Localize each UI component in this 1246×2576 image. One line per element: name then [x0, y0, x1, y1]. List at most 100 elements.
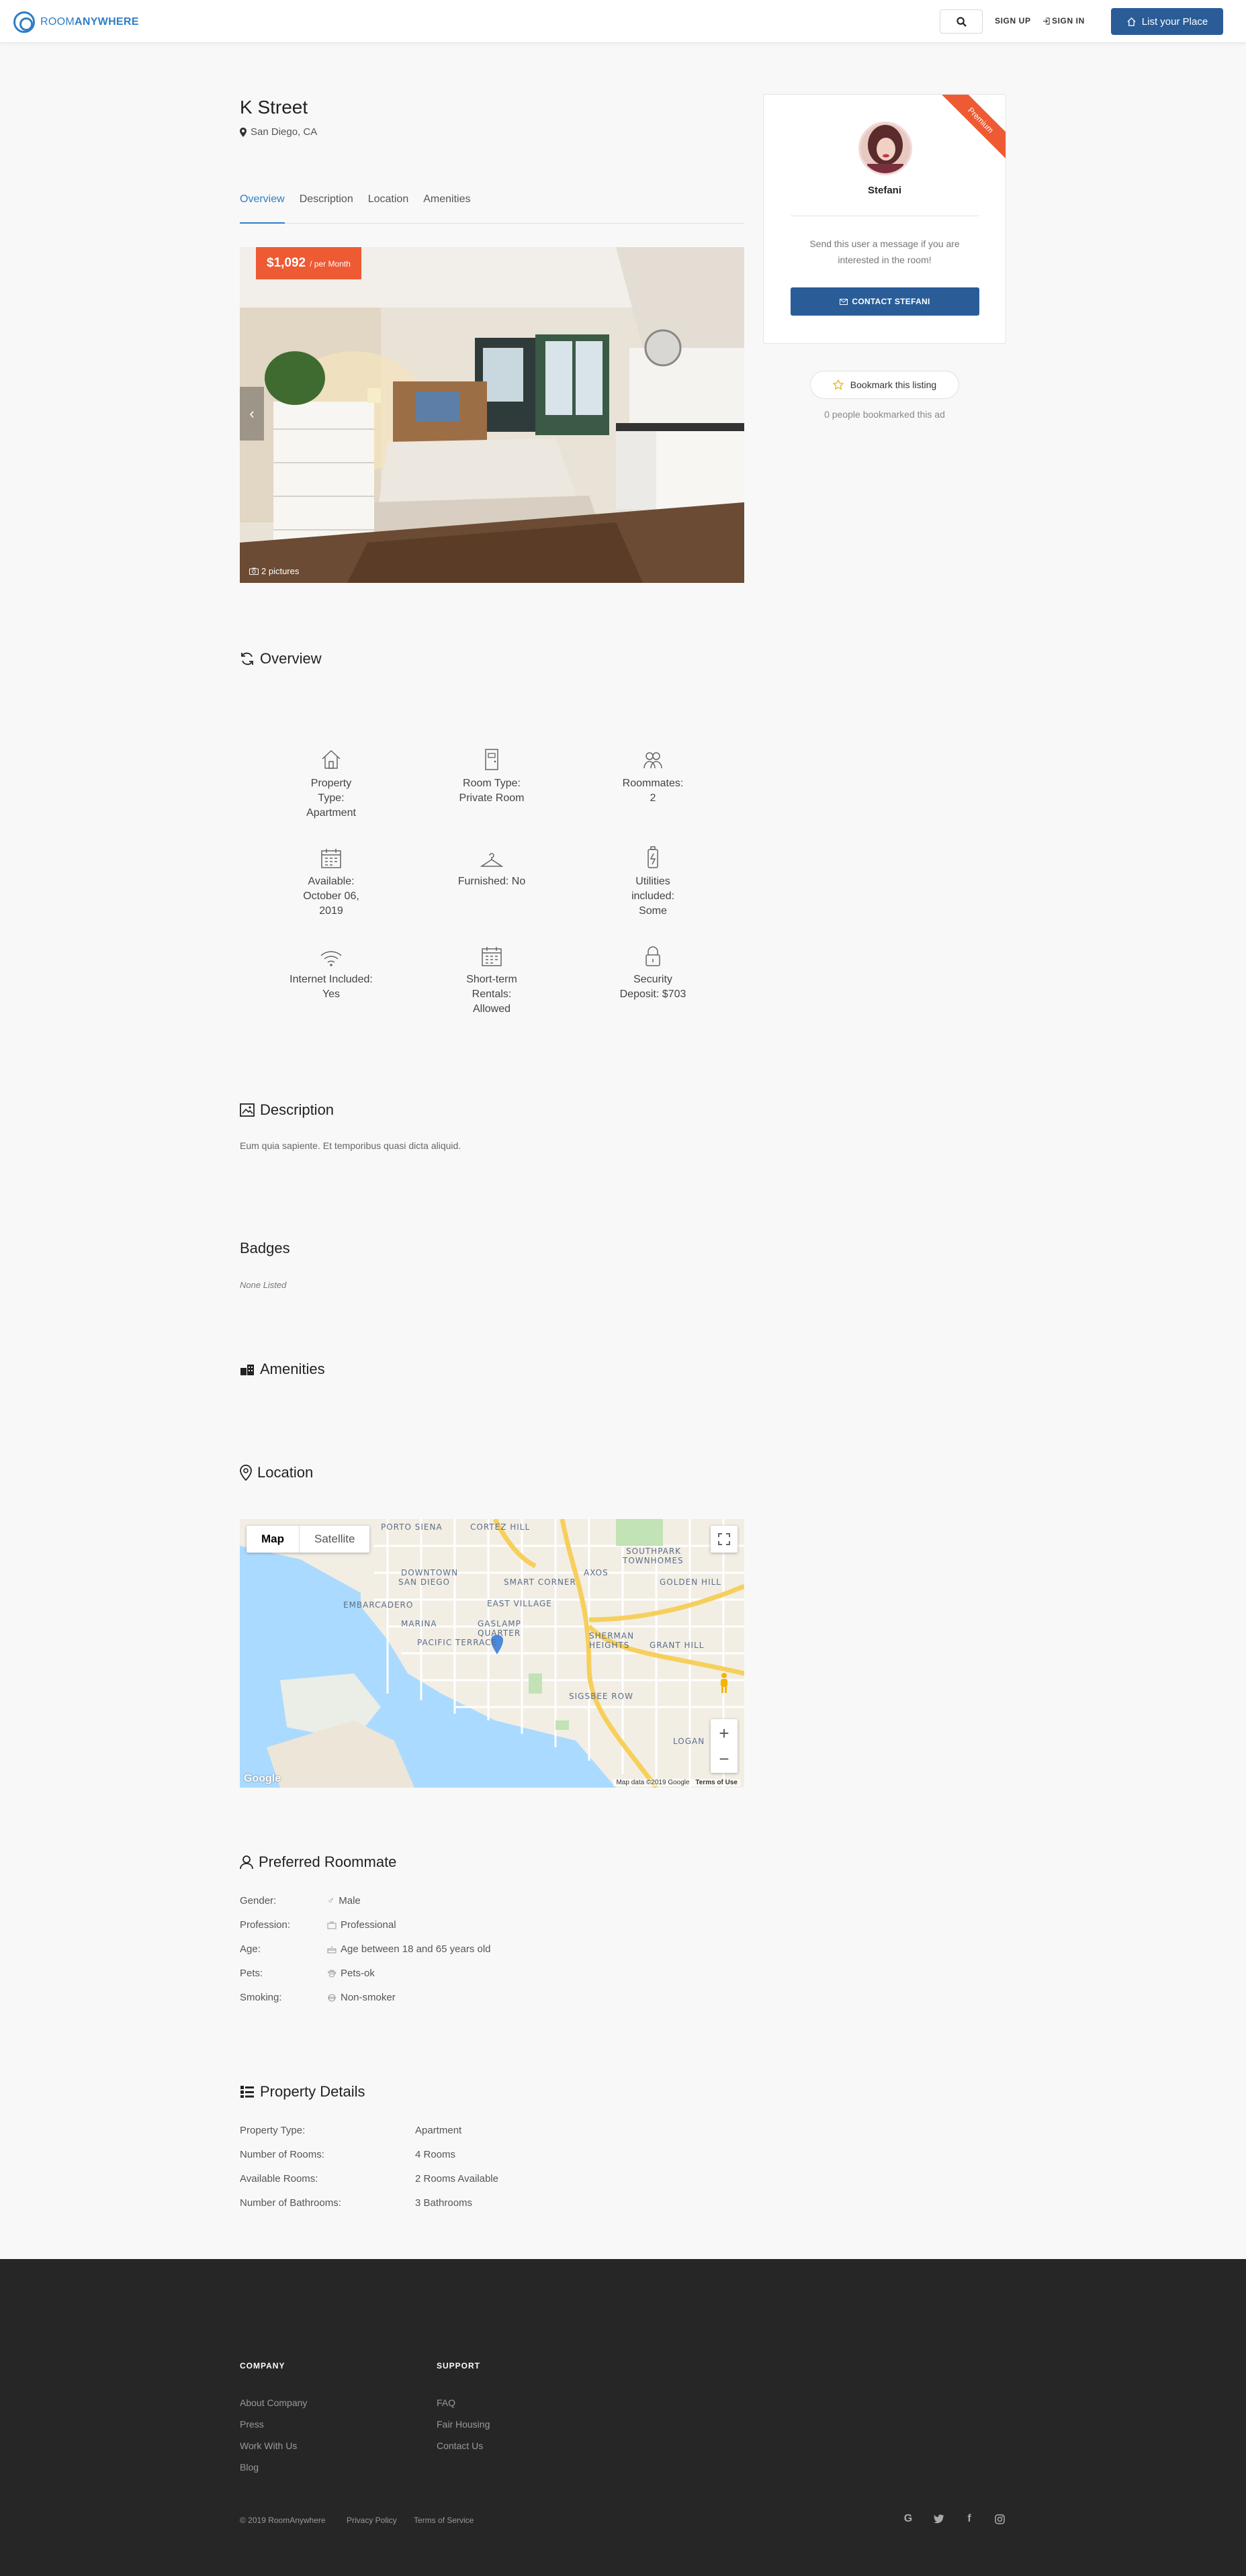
picture-count[interactable]: 2 pictures — [249, 566, 299, 576]
map-type-map[interactable]: Map — [247, 1526, 299, 1553]
zoom-control: + − — [711, 1719, 738, 1773]
feature-available-text: Available: October 06, 2019 — [303, 876, 359, 917]
pets-label: Pets: — [240, 1968, 263, 1979]
street-view-button[interactable] — [711, 1668, 738, 1698]
svg-text:SIGSBEE ROW: SIGSBEE ROW — [569, 1692, 633, 1701]
svg-text:PORTO SIENA: PORTO SIENA — [381, 1522, 443, 1532]
svg-text:QUARTER: QUARTER — [478, 1628, 521, 1638]
sign-in-link[interactable]: SIGN IN — [1042, 16, 1085, 26]
age-label: Age: — [240, 1943, 261, 1955]
svg-text:PACIFIC TERRACE: PACIFIC TERRACE — [417, 1638, 497, 1647]
list-icon — [240, 2086, 254, 2098]
detail-rooms-value: 4 Rooms — [415, 2149, 456, 2160]
tab-overview[interactable]: Overview — [240, 193, 285, 224]
footer-link-faq[interactable]: FAQ — [437, 2397, 455, 2408]
sign-up-link[interactable]: SIGN UP — [995, 16, 1031, 26]
bookmark-label: Bookmark this listing — [850, 379, 937, 390]
tab-location[interactable]: Location — [368, 193, 409, 224]
badges-none: None Listed — [240, 1280, 287, 1290]
photo-prev-button[interactable]: ‹ — [240, 387, 264, 441]
location-map[interactable]: PORTO SIENA CORTEZ HILL DOWNTOWN SAN DIEGO… — [240, 1519, 744, 1788]
svg-text:CORTEZ HILL: CORTEZ HILL — [470, 1522, 530, 1532]
search-button[interactable] — [940, 9, 983, 34]
pets-value-text: Pets-ok — [341, 1968, 375, 1979]
feature-available: Available: October 06, 2019 — [277, 843, 385, 919]
tab-amenities[interactable]: Amenities — [423, 193, 470, 224]
profession-label: Profession: — [240, 1919, 291, 1931]
instagram-icon[interactable] — [992, 2512, 1007, 2526]
door-icon — [485, 749, 498, 770]
envelope-icon — [840, 298, 848, 305]
tab-description[interactable]: Description — [300, 193, 353, 224]
footer-privacy-link[interactable]: Privacy Policy — [347, 2516, 397, 2525]
hanger-icon — [480, 853, 503, 867]
feature-internet: Internet Included: Yes — [277, 941, 385, 1002]
listing-photo[interactable]: ‹ $1,092 / per Month 2 pictures — [240, 247, 744, 583]
feature-deposit-text: Security Deposit: $703 — [619, 974, 686, 1000]
house-icon — [322, 749, 341, 769]
list-your-place-button[interactable]: List your Place — [1111, 8, 1223, 35]
roommates-icon — [643, 752, 662, 769]
smoking-value-text: Non-smoker — [341, 1992, 396, 2003]
contact-host-label: CONTACT STEFANI — [852, 297, 930, 306]
avatar[interactable] — [858, 122, 912, 175]
detail-bathrooms-value: 3 Bathrooms — [415, 2197, 473, 2209]
map-terms-link[interactable]: Terms of Use — [695, 1779, 738, 1786]
property-details-heading-text: Property Details — [260, 2083, 365, 2100]
detail-available-rooms-label: Available Rooms: — [240, 2173, 318, 2184]
svg-text:SAN DIEGO: SAN DIEGO — [398, 1577, 450, 1587]
map-data-text: Map data ©2019 Google — [616, 1779, 690, 1786]
description-text: Eum quia sapiente. Et temporibus quasi d… — [240, 1140, 461, 1151]
pegman-icon — [721, 1673, 727, 1693]
map-tiles: PORTO SIENA CORTEZ HILL DOWNTOWNSAN DIEGO… — [240, 1519, 744, 1788]
user-icon — [240, 1855, 253, 1870]
bookmark-button[interactable]: Bookmark this listing — [810, 371, 959, 399]
zoom-out-button[interactable]: − — [719, 1746, 729, 1772]
feature-furnished: Furnished: No — [438, 843, 545, 889]
listing-title: K Street — [240, 97, 308, 118]
contact-host-button[interactable]: CONTACT STEFANI — [791, 287, 979, 316]
home-icon — [1127, 17, 1136, 26]
price-tag: $1,092 / per Month — [256, 247, 361, 279]
svg-text:MARINA: MARINA — [401, 1619, 437, 1628]
svg-text:GRANT HILL: GRANT HILL — [650, 1641, 704, 1650]
age-value: Age between 18 and 65 years old — [327, 1943, 491, 1955]
logo[interactable]: ROOMANYWHERE — [13, 11, 139, 33]
list-your-place-label: List your Place — [1141, 15, 1208, 28]
image-icon — [240, 1103, 255, 1117]
facebook-icon[interactable]: f — [962, 2512, 977, 2526]
google-icon[interactable]: G — [901, 2512, 916, 2526]
footer-link-fair-housing[interactable]: Fair Housing — [437, 2419, 490, 2430]
map-pin-icon — [240, 127, 247, 137]
gender-label: Gender: — [240, 1895, 277, 1906]
chevron-left-icon: ‹ — [249, 405, 255, 422]
feature-short-term-text: Short-term Rentals: Allowed — [466, 974, 517, 1015]
zoom-in-button[interactable]: + — [719, 1720, 729, 1746]
footer-link-press[interactable]: Press — [240, 2419, 264, 2430]
feature-furnished-text: Furnished: No — [457, 876, 526, 887]
detail-property-type-label: Property Type: — [240, 2125, 306, 2136]
male-icon: ♂ — [327, 1895, 335, 1906]
avatar-image — [860, 124, 910, 173]
footer-link-work[interactable]: Work With Us — [240, 2440, 297, 2451]
svg-text:TOWNHOMES: TOWNHOMES — [622, 1556, 684, 1565]
footer-link-about[interactable]: About Company — [240, 2397, 307, 2408]
footer-terms-link[interactable]: Terms of Service — [414, 2516, 474, 2525]
overview-heading-text: Overview — [260, 650, 322, 667]
feature-roommates: Roommates: 2 — [599, 745, 707, 806]
profession-value-text: Professional — [341, 1919, 396, 1931]
footer-link-contact[interactable]: Contact Us — [437, 2440, 483, 2451]
twitter-icon[interactable] — [932, 2512, 946, 2526]
sign-in-icon — [1042, 17, 1050, 25]
footer-company-heading: COMPANY — [240, 2361, 285, 2371]
fullscreen-button[interactable] — [711, 1526, 738, 1553]
svg-text:LOGAN: LOGAN — [673, 1737, 705, 1746]
amenities-heading-text: Amenities — [260, 1361, 325, 1377]
picture-count-label: 2 pictures — [261, 566, 300, 576]
calendar-icon — [321, 849, 341, 868]
svg-text:GASLAMP: GASLAMP — [478, 1619, 521, 1628]
map-type-satellite[interactable]: Satellite — [299, 1526, 369, 1553]
description-heading: Description — [240, 1101, 334, 1119]
footer-link-blog[interactable]: Blog — [240, 2462, 259, 2473]
location-heading-text: Location — [257, 1464, 314, 1481]
